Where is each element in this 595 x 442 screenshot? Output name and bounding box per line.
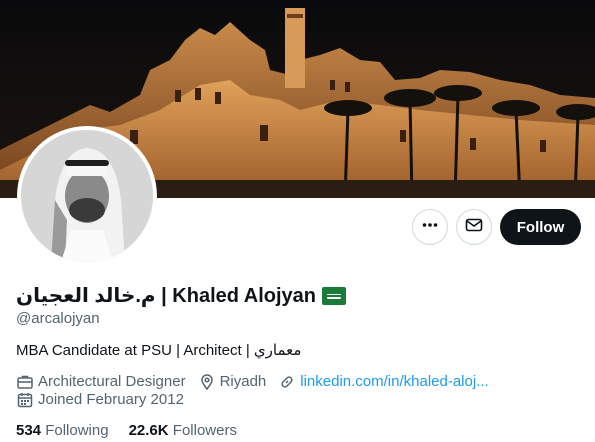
followers-stat[interactable]: 22.6K Followers bbox=[129, 422, 237, 440]
location-label: Riyadh bbox=[219, 373, 267, 390]
location-item: Riyadh bbox=[198, 372, 267, 392]
following-count: 534 bbox=[16, 422, 42, 439]
mail-icon bbox=[465, 216, 483, 239]
calendar-icon bbox=[16, 391, 34, 409]
followers-count: 22.6K bbox=[128, 422, 169, 439]
profile-handle: @arcalojyan bbox=[16, 310, 100, 327]
website-item[interactable]: linkedin.com/in/khaled-aloj... bbox=[278, 372, 489, 392]
message-button[interactable] bbox=[456, 209, 492, 245]
more-button[interactable] bbox=[412, 209, 448, 245]
flag-icon bbox=[322, 287, 347, 305]
profile-meta: Architectural Designer Riyadh linkedin.c… bbox=[16, 372, 501, 392]
follow-stats: 534 Following 22.6K Followers bbox=[16, 422, 257, 440]
follow-button[interactable]: Follow bbox=[500, 209, 581, 245]
followers-label: Followers bbox=[172, 422, 237, 439]
website-link[interactable]: linkedin.com/in/khaled-aloj... bbox=[300, 372, 488, 392]
profile-avatar[interactable] bbox=[17, 126, 157, 266]
briefcase-icon bbox=[16, 373, 34, 391]
profession-item: Architectural Designer bbox=[16, 372, 186, 392]
more-icon bbox=[421, 216, 439, 239]
joined-item: Joined February 2012 bbox=[16, 390, 184, 410]
display-name: م.خالد العجيان | Khaled Alojyan bbox=[16, 285, 317, 307]
profile-bio: MBA Candidate at PSU | Architect | معمار… bbox=[16, 342, 302, 359]
joined-label: Joined February 2012 bbox=[38, 391, 184, 408]
location-pin-icon bbox=[198, 373, 216, 391]
avatar-image bbox=[21, 130, 153, 262]
following-label: Following bbox=[45, 422, 109, 439]
following-stat[interactable]: 534 Following bbox=[16, 422, 109, 440]
name-row: م.خالد العجيان | Khaled Alojyan bbox=[16, 283, 347, 309]
profession-label: Architectural Designer bbox=[38, 373, 186, 390]
link-icon bbox=[278, 373, 296, 391]
